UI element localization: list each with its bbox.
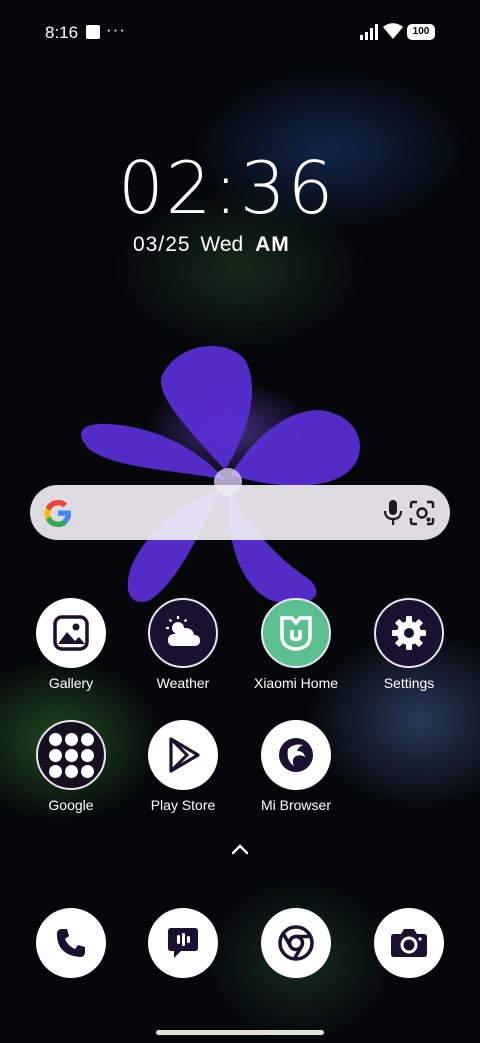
gallery-icon [36,598,106,668]
mic-icon[interactable] [381,499,405,527]
maps-mini-icon [80,732,94,746]
weather-icon [148,598,218,668]
lock-clock-time[interactable]: 02:36 [118,146,336,230]
app-label: Xiaomi Home [253,675,339,691]
signal-icon [360,24,378,40]
google-mini-icon [48,732,62,746]
battery-icon: 100 [407,24,435,40]
gmail-mini-icon [64,732,78,746]
phone-icon [36,908,106,978]
lens-icon[interactable] [408,499,436,527]
app-settings[interactable]: Settings [359,598,459,691]
app-gallery[interactable]: Gallery [21,598,121,691]
xiaomi-home-icon [261,598,331,668]
dock-chrome[interactable] [246,908,346,978]
more-notifications-icon: ··· [106,20,126,39]
dock-camera[interactable] [359,908,459,978]
gesture-home-bar[interactable] [156,1030,324,1035]
am-pm: AM [255,233,290,256]
app-label: Play Store [150,797,216,813]
play-store-icon [148,720,218,790]
app-xiaomi-home[interactable]: Xiaomi Home [246,598,346,691]
wifi-icon [383,23,403,39]
dock-phone[interactable] [21,908,121,978]
camera-icon [374,908,444,978]
status-time: 8:16 [45,23,79,42]
google-folder-icon [36,720,106,790]
gear-icon [374,598,444,668]
mi-browser-icon [261,720,331,790]
messages-icon [148,908,218,978]
app-label: Settings [383,675,435,691]
lock-clock-date[interactable]: 03/25 Wed AM [133,233,290,257]
dock-messages[interactable] [133,908,233,978]
app-drawer-chevron-up-icon[interactable] [231,843,249,855]
status-bar: 8:16 ··· 100 [0,0,480,64]
app-label: Weather [156,675,210,691]
date-value: 03/25 [133,233,191,256]
contacts-mini-icon [80,764,94,778]
photos-mini-icon [48,764,62,778]
app-label: Gallery [48,675,94,691]
chrome-icon [261,908,331,978]
google-g-icon [44,500,71,527]
weekday: Wed [200,233,244,256]
app-label: Mi Browser [260,797,331,813]
meet-mini-icon [64,764,78,778]
folder-google[interactable]: Google [21,720,121,813]
app-mi-browser[interactable]: Mi Browser [246,720,346,813]
app-play-store[interactable]: Play Store [133,720,233,813]
lens-mini-icon [80,748,94,762]
app-weather[interactable]: Weather [133,598,233,691]
drive-mini-icon [64,748,78,762]
notification-icon [86,25,100,39]
app-label: Google [48,797,94,813]
google-search-bar[interactable] [30,485,450,540]
youtube-mini-icon [48,748,62,762]
